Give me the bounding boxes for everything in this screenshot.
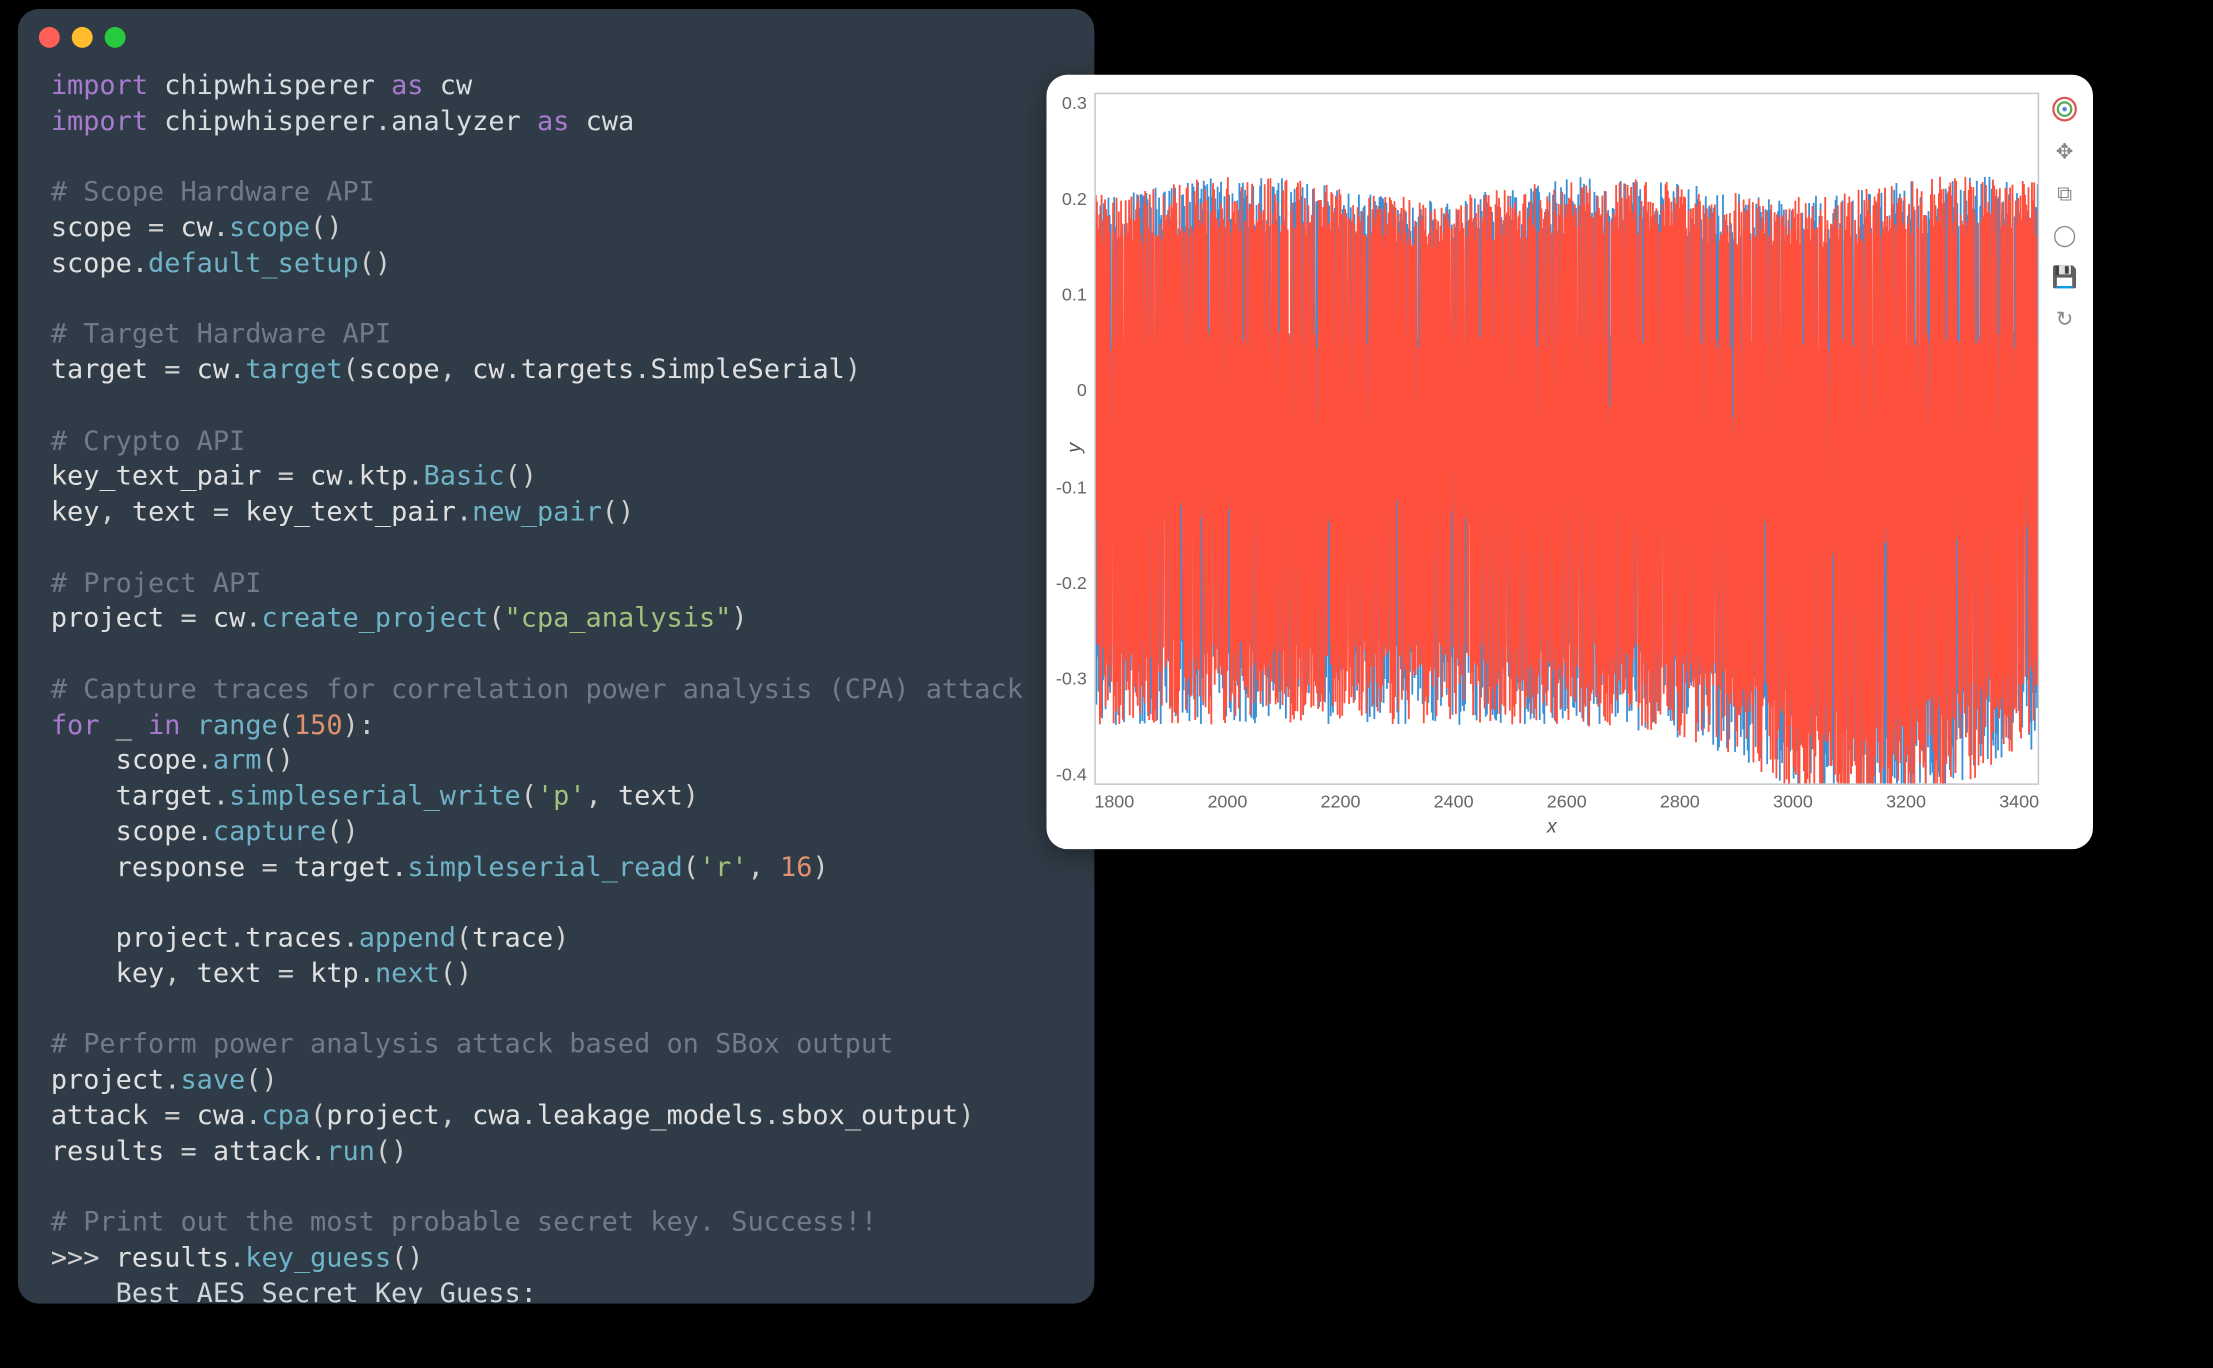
x-tick-labels: 180020002200240026002800300032003400: [1094, 791, 2039, 812]
bokeh-logo-icon[interactable]: [2048, 93, 2081, 126]
minimize-icon[interactable]: [72, 27, 93, 48]
y-tick-labels: 0.30.20.10-0.1-0.2-0.3-0.4: [1018, 94, 1087, 783]
code-editor-window: import chipwhisperer as cw import chipwh…: [18, 9, 1094, 1304]
pan-tool-icon[interactable]: ✥: [2048, 135, 2081, 168]
plot-toolbar: ✥ ⧉ ◯ 💾 ↻: [2045, 87, 2084, 837]
reset-tool-icon[interactable]: ↻: [2048, 302, 2081, 335]
x-axis-label: x: [1058, 815, 2045, 837]
fullscreen-icon[interactable]: [105, 27, 126, 48]
plot-area[interactable]: y 0.30.20.10-0.1-0.2-0.3-0.4: [1094, 93, 2039, 785]
box-zoom-tool-icon[interactable]: ⧉: [2048, 176, 2081, 209]
plot-panel: y 0.30.20.10-0.1-0.2-0.3-0.4 18002000220…: [1047, 75, 2094, 849]
window-titlebar: [18, 9, 1094, 60]
save-tool-icon[interactable]: 💾: [2048, 260, 2081, 293]
wheel-zoom-tool-icon[interactable]: ◯: [2048, 218, 2081, 251]
close-icon[interactable]: [39, 27, 60, 48]
code-content: import chipwhisperer as cw import chipwh…: [18, 60, 1094, 1304]
traces-svg: [1096, 94, 2038, 783]
